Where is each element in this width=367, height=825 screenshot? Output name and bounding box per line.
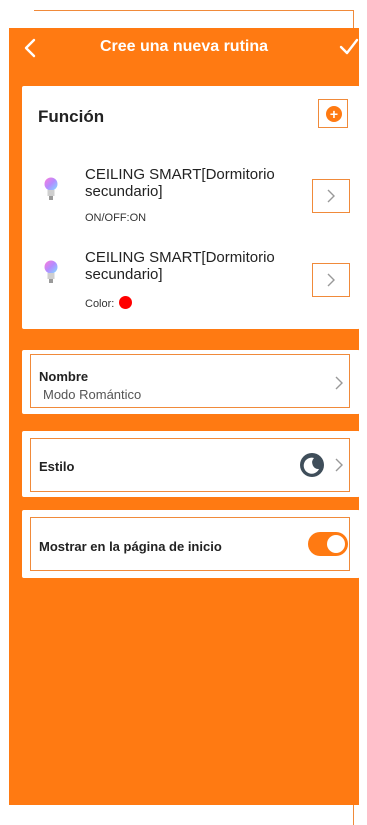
plus-circle-icon: +	[326, 106, 342, 122]
function-item-open-button[interactable]	[312, 263, 350, 297]
guide-line-horizontal	[34, 10, 354, 11]
check-icon[interactable]	[339, 37, 359, 57]
add-function-button[interactable]: +	[318, 99, 348, 128]
chevron-left-icon[interactable]	[21, 37, 41, 59]
top-bar: Cree una nueva rutina	[9, 28, 359, 68]
bulb-icon	[44, 260, 58, 283]
home-row: Mostrar en la página de inicio	[22, 510, 360, 578]
chevron-right-icon	[327, 273, 335, 287]
name-label: Nombre	[39, 369, 89, 384]
chevron-right-icon	[335, 376, 343, 390]
function-item-name: CEILING SMART[Dormitorio secundario]	[85, 249, 275, 283]
bulb-icon	[44, 177, 58, 200]
function-item[interactable]: CEILING SMART[Dormitorio secundario] ON/…	[22, 166, 360, 236]
function-item-status: Color:	[85, 296, 133, 310]
page-title: Cree una nueva rutina	[99, 38, 269, 55]
home-label: Mostrar en la página de inicio	[39, 539, 222, 554]
function-item[interactable]: CEILING SMART[Dormitorio secundario] Col…	[22, 249, 360, 319]
function-card: Función + CEILING SMART[Dormitorio secun…	[22, 86, 360, 329]
home-toggle[interactable]	[308, 532, 348, 556]
toggle-knob	[327, 535, 345, 553]
function-item-status: ON/OFF:ON	[85, 212, 147, 224]
function-title: Función	[38, 107, 105, 126]
color-swatch	[119, 296, 133, 309]
function-item-open-button[interactable]	[312, 179, 350, 213]
style-row[interactable]: Estilo	[22, 431, 360, 497]
moon-icon	[300, 453, 324, 477]
chevron-right-icon	[335, 458, 343, 472]
name-row[interactable]: Nombre Modo Romántico	[22, 350, 360, 414]
color-label: Color:	[85, 298, 115, 310]
name-value: Modo Romántico	[43, 387, 142, 402]
routine-screen: Cree una nueva rutina Función + CEILING …	[9, 28, 360, 805]
function-item-name: CEILING SMART[Dormitorio secundario]	[85, 166, 275, 200]
chevron-right-icon	[327, 189, 335, 203]
style-label: Estilo	[39, 459, 75, 474]
